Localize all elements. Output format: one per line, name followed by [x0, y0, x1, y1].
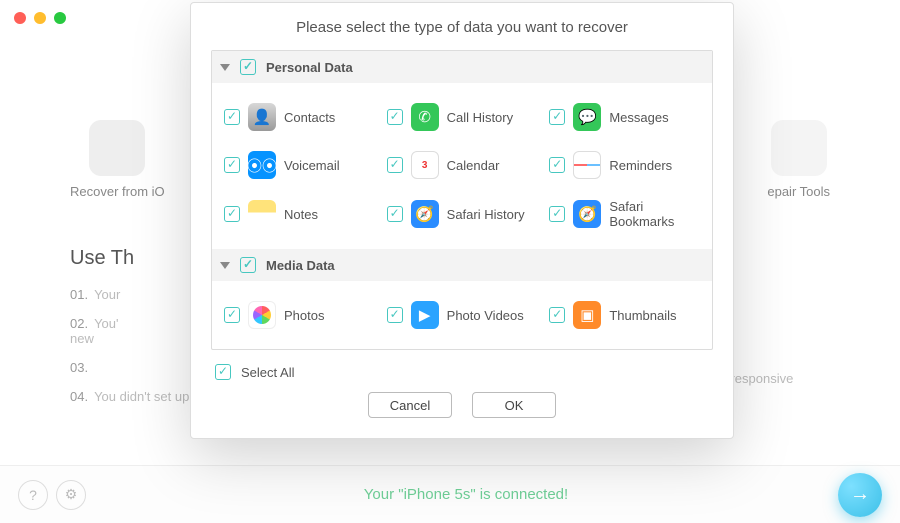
disclosure-icon — [220, 64, 230, 71]
checkbox[interactable] — [224, 109, 240, 125]
item-notes[interactable]: Notes — [218, 189, 381, 239]
item-contacts[interactable]: 👤Contacts — [218, 93, 381, 141]
item-reminders[interactable]: Reminders — [543, 141, 706, 189]
item-voicemail[interactable]: ⦿⦿Voicemail — [218, 141, 381, 189]
item-photo-videos[interactable]: ▶Photo Videos — [381, 291, 544, 339]
recover-card-label: Recover from iO — [70, 184, 165, 199]
checkbox[interactable] — [549, 109, 565, 125]
data-type-box: Personal Data 👤Contacts ✆Call History 💬M… — [211, 50, 713, 350]
contacts-icon: 👤 — [248, 103, 276, 131]
item-safari-bookmarks[interactable]: 🧭Safari Bookmarks — [543, 189, 706, 239]
phone-icon: ✆ — [411, 103, 439, 131]
item-thumbnails[interactable]: ▣Thumbnails — [543, 291, 706, 339]
safari-bookmarks-icon: 🧭 — [573, 200, 601, 228]
photo-videos-icon: ▶ — [411, 301, 439, 329]
checkbox[interactable] — [224, 157, 240, 173]
calendar-icon: 3 — [411, 151, 439, 179]
select-all-row[interactable]: Select All — [215, 364, 713, 380]
item-calendar[interactable]: 3Calendar — [381, 141, 544, 189]
voicemail-icon: ⦿⦿ — [248, 151, 276, 179]
help-button[interactable]: ? — [18, 480, 48, 510]
disclosure-icon — [220, 262, 230, 269]
select-all-label: Select All — [241, 365, 294, 380]
group-label: Personal Data — [266, 60, 353, 75]
notes-icon — [248, 200, 276, 228]
modal-buttons: Cancel OK — [211, 392, 713, 418]
safari-history-icon: 🧭 — [411, 200, 439, 228]
group-header-personal[interactable]: Personal Data — [212, 51, 712, 83]
repair-card[interactable]: epair Tools — [767, 120, 830, 199]
repair-card-label: epair Tools — [767, 184, 830, 199]
settings-button[interactable]: ⚙ — [56, 480, 86, 510]
checkbox-select-all[interactable] — [215, 364, 231, 380]
cancel-button[interactable]: Cancel — [368, 392, 452, 418]
arrow-right-icon: → — [850, 483, 870, 506]
checkbox[interactable] — [224, 206, 240, 222]
thumbnails-icon: ▣ — [573, 301, 601, 329]
ok-button[interactable]: OK — [472, 392, 556, 418]
checkbox-media[interactable] — [240, 257, 256, 273]
checkbox[interactable] — [224, 307, 240, 323]
recover-card[interactable]: Recover from iO — [70, 120, 165, 199]
connection-status: Your "iPhone 5s" is connected! — [94, 486, 838, 503]
item-photos[interactable]: Photos — [218, 291, 381, 339]
checkbox[interactable] — [387, 157, 403, 173]
checkbox[interactable] — [387, 206, 403, 222]
checkbox-personal[interactable] — [240, 59, 256, 75]
checkbox[interactable] — [387, 307, 403, 323]
reminders-icon — [573, 151, 601, 179]
checkbox[interactable] — [549, 157, 565, 173]
checkbox[interactable] — [387, 109, 403, 125]
proceed-button[interactable]: → — [838, 473, 882, 517]
checkbox[interactable] — [549, 206, 565, 222]
personal-grid: 👤Contacts ✆Call History 💬Messages ⦿⦿Voic… — [212, 83, 712, 249]
messages-icon: 💬 — [573, 103, 601, 131]
modal-title: Please select the type of data you want … — [211, 19, 713, 36]
item-messages[interactable]: 💬Messages — [543, 93, 706, 141]
footer-bar: ? ⚙ Your "iPhone 5s" is connected! → — [0, 465, 900, 523]
item-call-history[interactable]: ✆Call History — [381, 93, 544, 141]
checkbox[interactable] — [549, 307, 565, 323]
media-grid: Photos ▶Photo Videos ▣Thumbnails — [212, 281, 712, 349]
gear-icon: ⚙ — [65, 486, 78, 503]
group-label: Media Data — [266, 258, 335, 273]
select-data-modal: Please select the type of data you want … — [190, 2, 734, 439]
group-header-media[interactable]: Media Data — [212, 249, 712, 281]
item-safari-history[interactable]: 🧭Safari History — [381, 189, 544, 239]
photos-icon — [248, 301, 276, 329]
